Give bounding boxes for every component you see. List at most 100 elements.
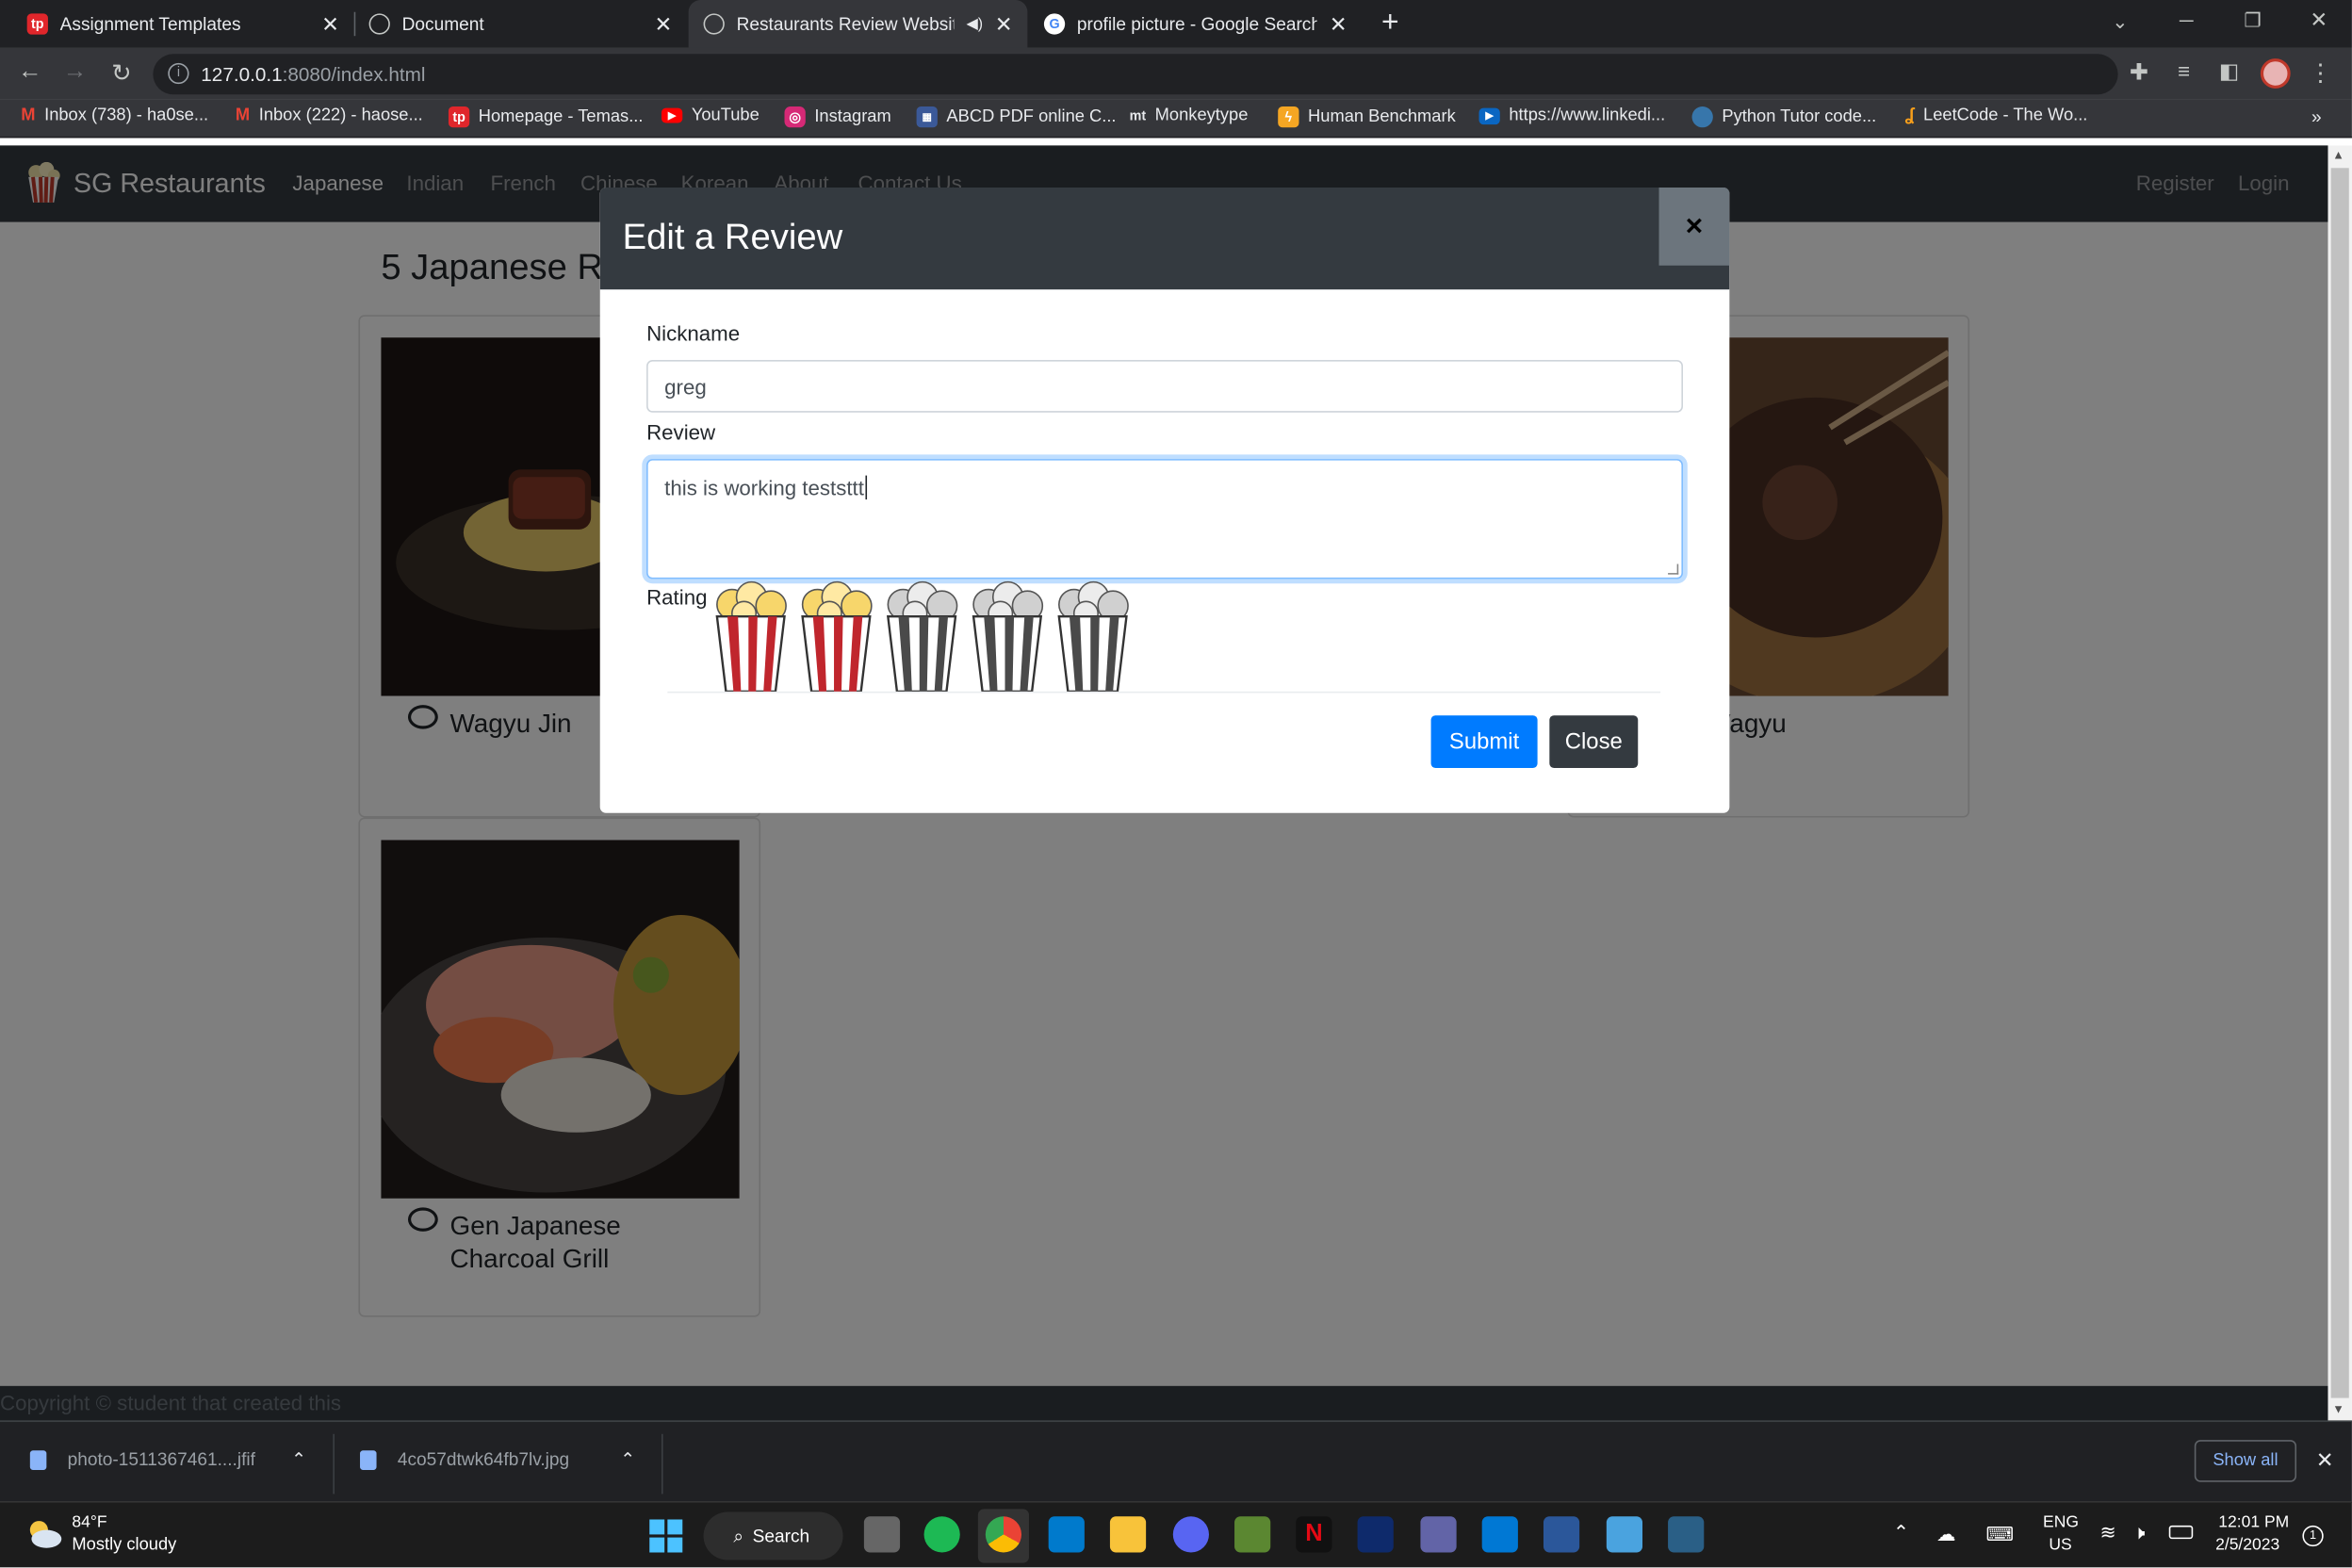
temperature: 84°F [72, 1513, 107, 1532]
gmail-icon: M [21, 106, 36, 125]
bookmark-abcd-pdf[interactable]: ▦ ABCD PDF online C... [916, 106, 1116, 128]
reload-icon[interactable]: ↻ [106, 58, 137, 89]
bookmark-human-benchmark[interactable]: ϟ Human Benchmark [1278, 106, 1456, 128]
bookmark-inbox-2[interactable]: M Inbox (222) - haose... [236, 106, 423, 124]
address-bar[interactable]: i 127.0.0.1:8080/index.html [153, 54, 2118, 95]
media-control-icon[interactable]: ≡ [2169, 58, 2199, 82]
minecraft-icon[interactable] [1234, 1516, 1271, 1553]
bookmark-instagram[interactable]: ◎ Instagram [784, 106, 891, 128]
close-button[interactable]: Close [1549, 715, 1639, 769]
bookmark-linkedin[interactable]: ▶ https://www.linkedi... [1478, 106, 1665, 124]
close-downloads-icon[interactable]: ✕ [2316, 1447, 2334, 1473]
minimize-icon[interactable]: ─ [2180, 9, 2194, 32]
more-bookmarks-icon[interactable]: » [2311, 106, 2322, 127]
nickname-input[interactable]: greg [646, 360, 1683, 413]
word-icon[interactable] [1543, 1516, 1580, 1553]
scroll-up-icon[interactable]: ▲ [2332, 149, 2344, 162]
nickname-value: greg [664, 374, 707, 399]
tab-restaurants-review[interactable]: Restaurants Review Website ◀) ✕ [688, 0, 1028, 48]
lightning-icon: ϟ [1278, 106, 1299, 128]
spotify-icon[interactable] [923, 1516, 960, 1553]
scroll-down-icon[interactable]: ▼ [2332, 1402, 2344, 1415]
bookmark-python-tutor[interactable]: Python Tutor code... [1691, 106, 1876, 128]
region[interactable]: US [2049, 1536, 2071, 1554]
disney-plus-icon[interactable] [1357, 1516, 1394, 1553]
bookmark-youtube[interactable]: ▶ YouTube [661, 106, 760, 125]
menu-icon[interactable]: ⋮ [2306, 58, 2336, 89]
clock-time[interactable]: 12:01 PM [2218, 1513, 2289, 1531]
popcorn-empty-icon[interactable] [879, 580, 965, 694]
show-all-button[interactable]: Show all [2194, 1440, 2297, 1482]
leetcode-icon: ʆ [1904, 106, 1915, 125]
task-view-icon[interactable] [863, 1516, 901, 1553]
chevron-up-icon[interactable]: ⌃ [620, 1449, 635, 1470]
side-panel-icon[interactable]: ◧ [2213, 58, 2244, 84]
download-filename: photo-1511367461....jfif [67, 1448, 255, 1470]
audio-playing-icon[interactable]: ◀) [966, 16, 983, 33]
download-divider [661, 1433, 663, 1494]
notepad-icon[interactable] [1606, 1516, 1643, 1553]
tab-search-icon[interactable]: ⌄ [2112, 10, 2128, 34]
tab-document[interactable]: Document ✕ [354, 0, 687, 48]
netflix-icon[interactable]: N [1296, 1516, 1332, 1553]
review-textarea[interactable]: this is working teststtt [646, 459, 1683, 580]
profile-avatar[interactable] [2260, 58, 2291, 89]
keyboard-icon[interactable]: ⌨ [1986, 1523, 2015, 1546]
battery-icon[interactable] [2168, 1525, 2194, 1540]
bookmark-label: YouTube [691, 106, 760, 125]
wifi-icon[interactable]: ≋ [2100, 1521, 2116, 1544]
file-icon [360, 1449, 377, 1470]
discord-icon[interactable] [1172, 1516, 1209, 1553]
bookmark-label: Instagram [814, 107, 891, 126]
tab-assignment-templates[interactable]: tp Assignment Templates ✕ [12, 0, 354, 48]
tab-google-search[interactable]: G profile picture - Google Search ✕ [1029, 0, 1362, 48]
windows-start-icon[interactable] [649, 1519, 683, 1553]
close-tab-icon[interactable]: ✕ [321, 11, 339, 37]
taskbar-search[interactable]: ⌕ Search [703, 1511, 843, 1560]
teams-icon[interactable] [1420, 1516, 1457, 1553]
bookmark-label: Inbox (222) - haose... [258, 106, 423, 125]
popcorn-empty-icon[interactable] [1050, 580, 1135, 694]
bookmark-monkeytype[interactable]: mt Monkeytype [1130, 106, 1249, 124]
outlook-icon[interactable] [1481, 1516, 1518, 1553]
popcorn-filled-icon[interactable] [708, 580, 793, 694]
restore-icon[interactable]: ❐ [2244, 9, 2262, 33]
bookmark-homepage[interactable]: tp Homepage - Temas... [448, 106, 643, 128]
window-close-icon[interactable]: ✕ [2310, 8, 2328, 33]
review-value: this is working teststtt [664, 475, 864, 500]
onedrive-icon[interactable]: ☁ [1936, 1523, 1956, 1546]
notification-badge[interactable]: 1 [2302, 1525, 2324, 1547]
submit-button[interactable]: Submit [1430, 715, 1538, 769]
scrollbar-thumb[interactable] [2330, 168, 2349, 1398]
clock-date[interactable]: 2/5/2023 [2215, 1536, 2279, 1554]
google-icon: G [1043, 13, 1066, 35]
bookmark-leetcode[interactable]: ʆ LeetCode - The Wo... [1905, 106, 2088, 124]
close-icon[interactable]: × [1658, 187, 1730, 266]
bookmarks-bar: M Inbox (738) - ha0se... M Inbox (222) - h… [0, 99, 2352, 139]
new-tab-icon[interactable]: + [1381, 6, 1399, 41]
resize-handle-icon[interactable] [1668, 564, 1679, 575]
vscode-icon[interactable] [1048, 1516, 1085, 1553]
chevron-up-icon[interactable]: ⌃ [1893, 1521, 1909, 1544]
site-info-icon[interactable]: i [168, 62, 189, 85]
download-item[interactable]: photo-1511367461....jfif ⌃ [29, 1448, 306, 1470]
forward-icon[interactable]: → [60, 58, 90, 86]
chrome-icon[interactable] [985, 1516, 1022, 1553]
snipping-tool-icon[interactable] [1668, 1516, 1705, 1553]
youtube-icon: ▶ [661, 107, 683, 123]
bookmark-label: LeetCode - The Wo... [1923, 106, 2088, 125]
chevron-up-icon[interactable]: ⌃ [291, 1449, 306, 1470]
back-icon[interactable]: ← [15, 58, 45, 86]
bookmark-inbox-1[interactable]: M Inbox (738) - ha0se... [21, 106, 208, 124]
extensions-icon[interactable]: ✚ [2124, 58, 2154, 86]
popcorn-empty-icon[interactable] [965, 580, 1051, 694]
speaker-muted-icon[interactable]: 🕨 [2133, 1521, 2146, 1544]
close-tab-icon[interactable]: ✕ [995, 11, 1013, 37]
close-tab-icon[interactable]: ✕ [1330, 11, 1348, 37]
nickname-label: Nickname [646, 320, 741, 346]
download-item[interactable]: 4co57dtwk64fb7lv.jpg ⌃ [360, 1449, 635, 1470]
close-tab-icon[interactable]: ✕ [654, 11, 672, 37]
language[interactable]: ENG [2043, 1513, 2079, 1531]
file-explorer-icon[interactable] [1109, 1516, 1147, 1553]
popcorn-filled-icon[interactable] [793, 580, 879, 694]
